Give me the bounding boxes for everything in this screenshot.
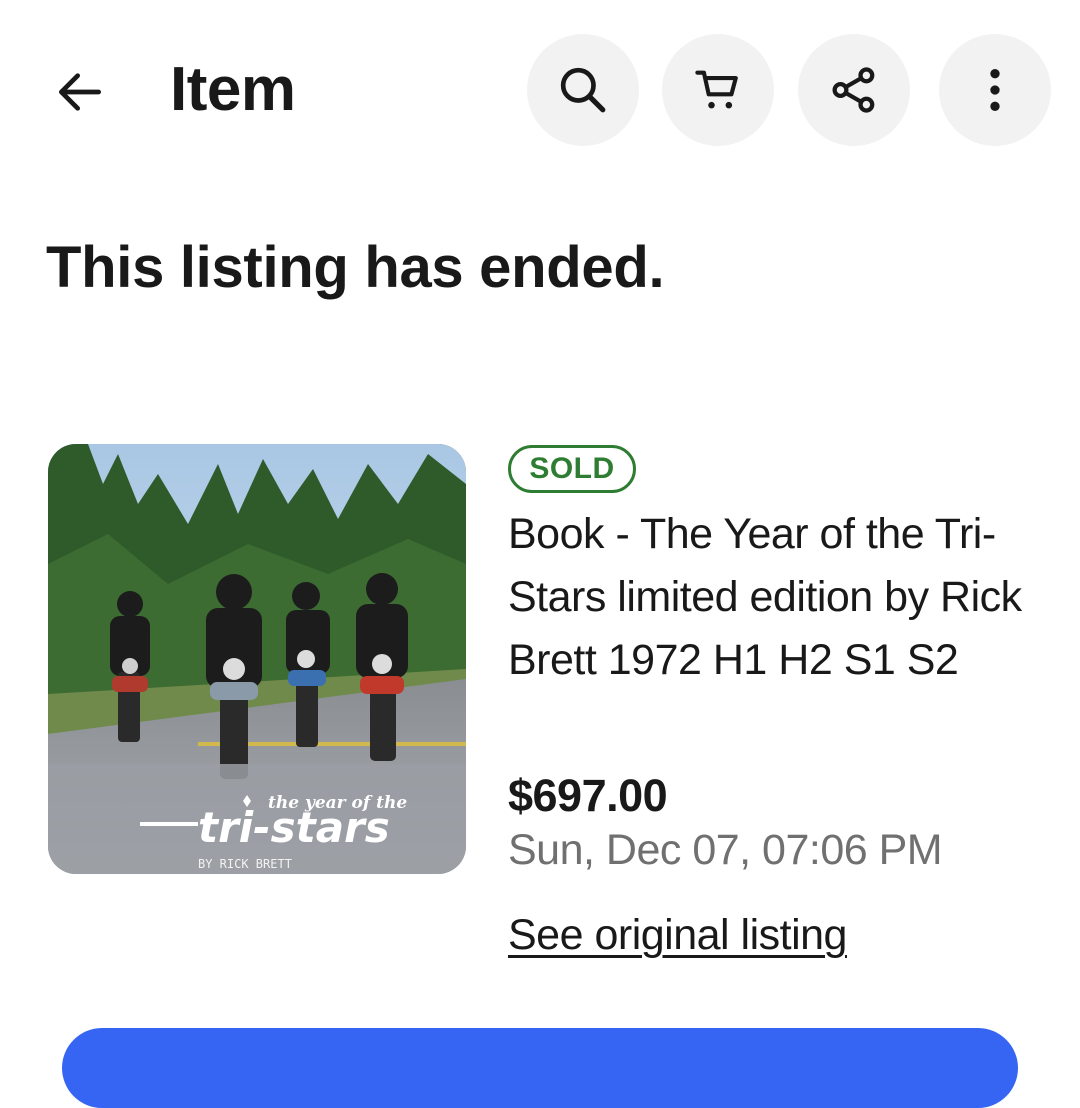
sold-date: Sun, Dec 07, 07:06 PM <box>508 826 943 874</box>
more-vertical-icon <box>990 69 1000 111</box>
back-button[interactable] <box>48 60 112 124</box>
cover-author: BY RICK BRETT <box>198 857 292 871</box>
sold-status-badge: SOLD <box>508 445 636 493</box>
see-original-listing-link[interactable]: See original listing <box>508 905 847 965</box>
book-cover-image: the year of the tri-stars BY RICK BRETT <box>48 444 466 874</box>
search-icon <box>560 67 606 113</box>
back-arrow-icon <box>59 73 101 111</box>
listing-ended-heading: This listing has ended. <box>46 235 665 300</box>
item-title[interactable]: Book - The Year of the Tri-Stars limited… <box>508 503 1048 692</box>
cover-title: tri-stars <box>198 803 390 852</box>
cart-icon <box>695 70 738 109</box>
share-button[interactable] <box>798 34 910 146</box>
more-options-button[interactable] <box>939 34 1051 146</box>
top-app-bar: Item <box>0 0 1080 180</box>
search-button[interactable] <box>527 34 639 146</box>
item-image[interactable]: the year of the tri-stars BY RICK BRETT <box>48 444 466 874</box>
item-price: $697.00 <box>508 770 668 821</box>
page-title: Item <box>170 55 296 124</box>
primary-action-button[interactable] <box>62 1028 1018 1108</box>
share-icon <box>832 67 875 113</box>
cart-button[interactable] <box>662 34 774 146</box>
